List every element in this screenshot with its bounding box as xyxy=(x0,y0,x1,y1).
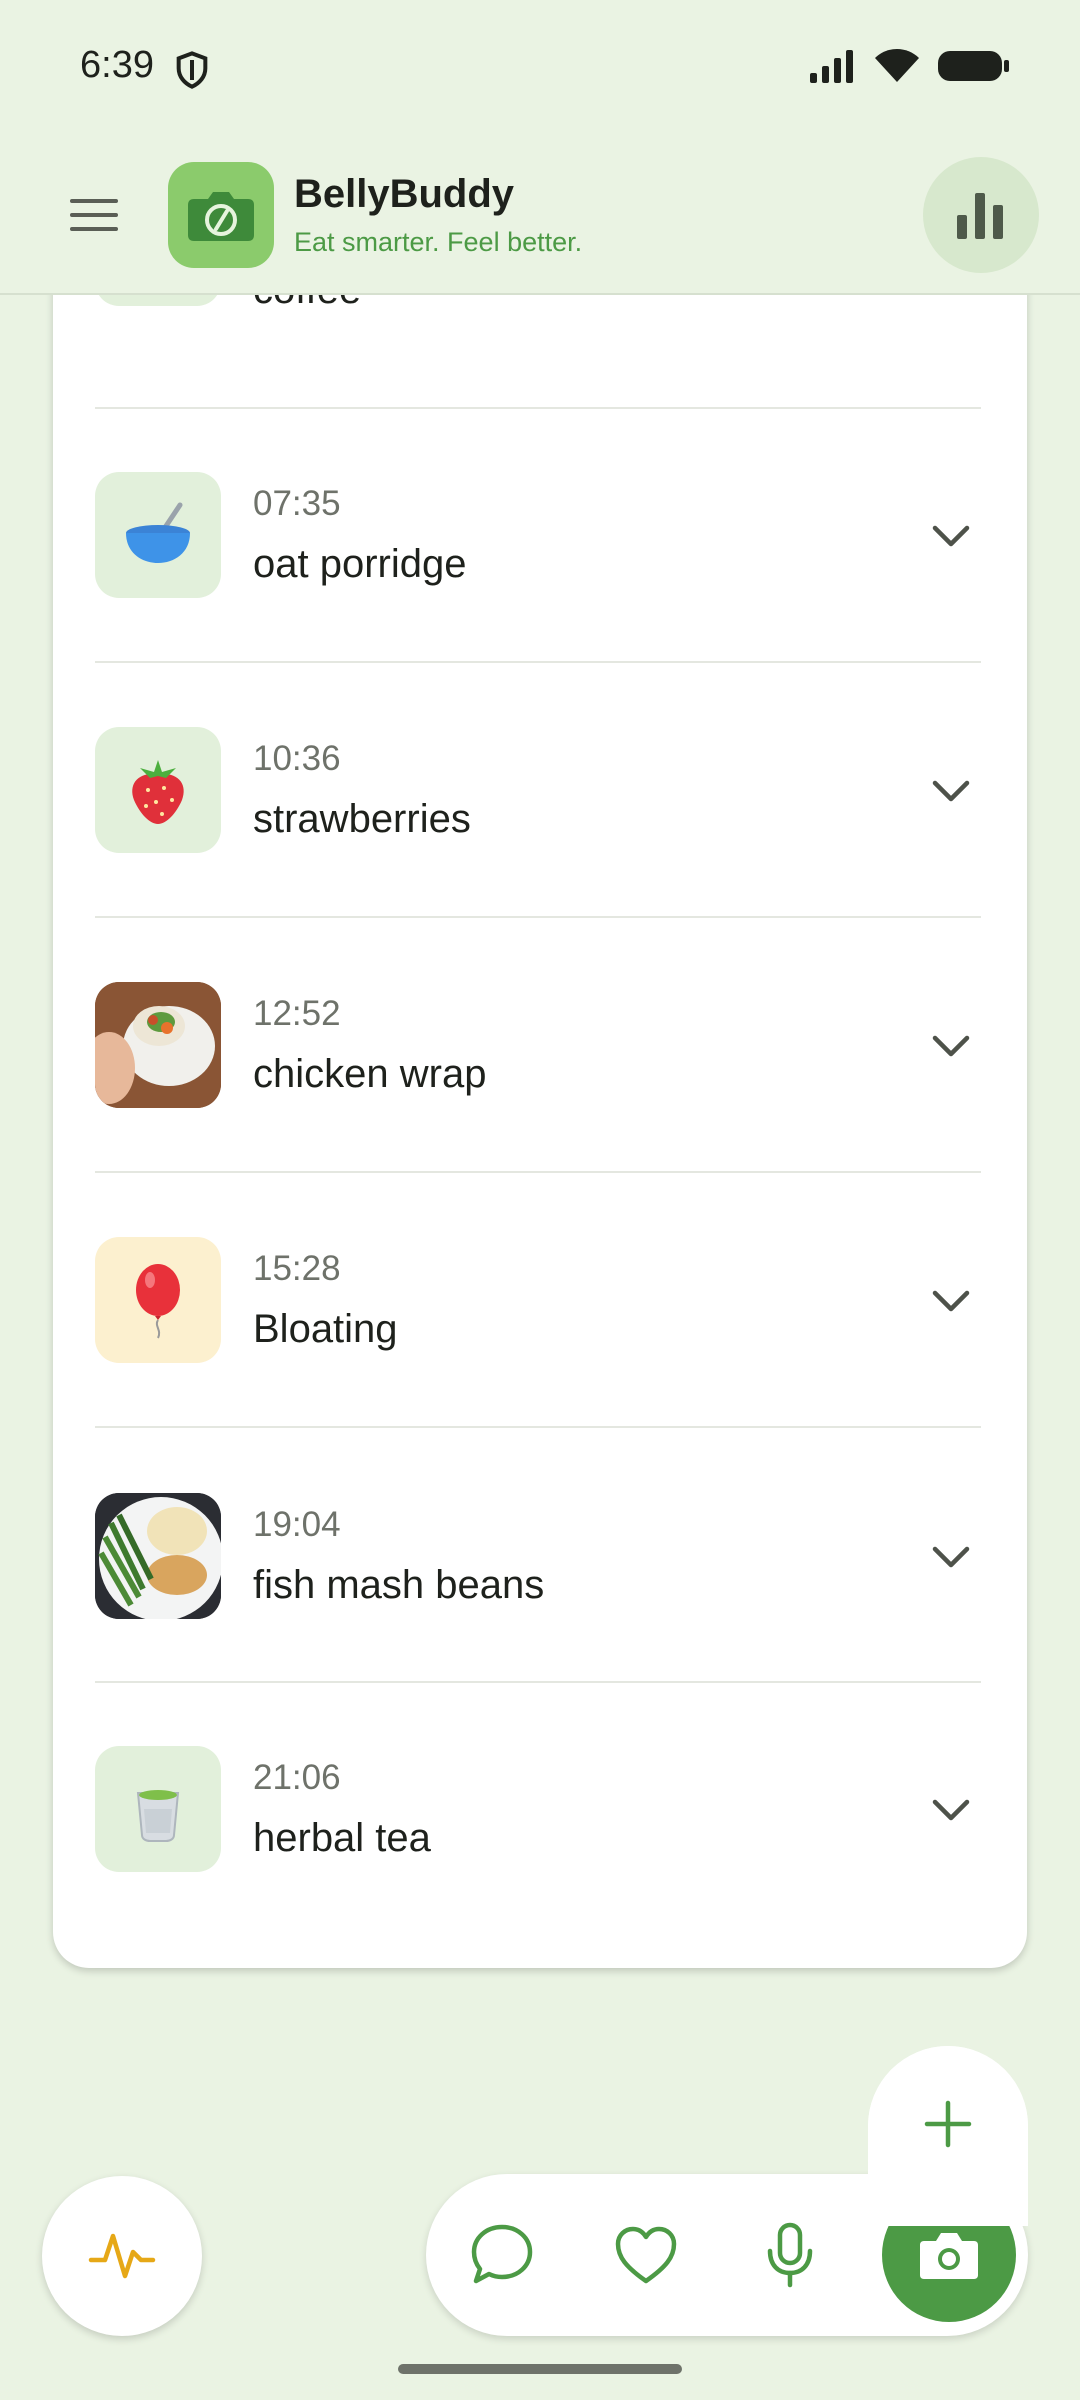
bowl-with-spoon-emoji-icon xyxy=(126,502,190,563)
app-logo xyxy=(168,162,274,268)
entry-thumbnail xyxy=(95,1746,221,1872)
pulse-button[interactable] xyxy=(42,2176,202,2336)
camera-icon xyxy=(920,2233,978,2279)
chevron-down-icon[interactable] xyxy=(921,761,981,821)
battery-icon xyxy=(938,51,1009,81)
status-time: 6:39 xyxy=(80,44,154,86)
plus-icon xyxy=(924,2100,972,2148)
entry-time: 12:52 xyxy=(253,994,341,1033)
photo-chicken-wrap-icon xyxy=(95,982,221,1108)
shield-icon xyxy=(176,51,208,89)
entry-chicken-wrap[interactable]: 12:52 chicken wrap xyxy=(95,982,981,1112)
camera-fork-logo-icon xyxy=(188,192,254,241)
wifi-icon xyxy=(875,49,919,82)
stats-button[interactable] xyxy=(923,157,1039,273)
entry-strawberries[interactable]: 10:36 strawberries xyxy=(95,727,981,857)
entry-oat-porridge[interactable]: 07:35 oat porridge xyxy=(95,472,981,602)
status-bar: 6:39 xyxy=(0,0,1080,135)
entry-thumbnail xyxy=(95,1237,221,1363)
entry-name: strawberries xyxy=(253,797,471,841)
signal-icon xyxy=(810,50,853,83)
bar-chart-icon xyxy=(957,193,1003,239)
mic-icon[interactable] xyxy=(756,2221,824,2289)
add-entry-button[interactable] xyxy=(868,2046,1028,2226)
entry-name: fish mash beans xyxy=(253,1563,545,1607)
entry-herbal-tea[interactable]: 21:06 herbal tea xyxy=(95,1746,981,1876)
divider xyxy=(95,407,981,409)
app-subtitle: Eat smarter. Feel better. xyxy=(294,227,583,257)
app-title: BellyBuddy xyxy=(294,172,515,216)
home-indicator[interactable] xyxy=(398,2364,682,2374)
tea-cup-emoji-icon xyxy=(136,1790,180,1842)
chevron-down-icon[interactable] xyxy=(921,1527,981,1587)
strawberry-emoji-icon xyxy=(132,760,184,824)
chevron-down-icon[interactable] xyxy=(921,506,981,566)
heart-icon[interactable] xyxy=(612,2221,680,2289)
entry-thumbnail xyxy=(95,472,221,598)
entry-photo xyxy=(95,982,221,1108)
entry-fish-mash-beans[interactable]: 19:04 fish mash beans xyxy=(95,1493,981,1623)
entry-time: 15:28 xyxy=(253,1249,341,1288)
chevron-down-icon[interactable] xyxy=(921,1016,981,1076)
entry-name: oat porridge xyxy=(253,542,467,586)
status-icons xyxy=(810,48,1010,84)
entry-name: Bloating xyxy=(253,1307,398,1351)
pulse-icon xyxy=(88,2233,156,2279)
top-app-bar: BellyBuddy Eat smarter. Feel better. xyxy=(0,135,1080,295)
divider xyxy=(95,661,981,663)
menu-icon[interactable] xyxy=(70,195,122,235)
divider xyxy=(95,1681,981,1683)
entry-thumbnail xyxy=(95,727,221,853)
entry-time: 07:35 xyxy=(253,484,341,523)
entry-time: 21:06 xyxy=(253,1758,341,1797)
entry-time: 19:04 xyxy=(253,1505,341,1544)
divider xyxy=(95,1171,981,1173)
divider xyxy=(95,916,981,918)
entry-name: herbal tea xyxy=(253,1816,431,1860)
chat-icon[interactable] xyxy=(468,2221,536,2289)
entries-list: coffee 07:35 oat porridge xyxy=(53,200,1027,1968)
divider xyxy=(95,1426,981,1428)
chevron-down-icon[interactable] xyxy=(921,1271,981,1331)
entry-bloating[interactable]: 15:28 Bloating xyxy=(95,1237,981,1367)
entry-name: chicken wrap xyxy=(253,1052,487,1096)
photo-fish-mash-beans-icon xyxy=(95,1493,221,1619)
entry-photo xyxy=(95,1493,221,1619)
chevron-down-icon[interactable] xyxy=(921,1780,981,1840)
entry-time: 10:36 xyxy=(253,739,341,778)
balloon-emoji-icon xyxy=(136,1264,180,1339)
